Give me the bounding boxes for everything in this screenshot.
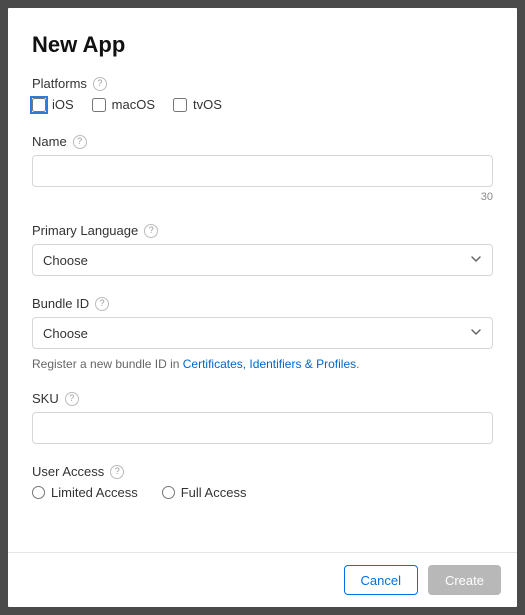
help-icon[interactable]: ? xyxy=(110,465,124,479)
primary-language-label: Primary Language ? xyxy=(32,223,493,238)
user-access-full[interactable]: Full Access xyxy=(162,485,247,500)
bundle-id-label: Bundle ID ? xyxy=(32,296,493,311)
radio-input[interactable] xyxy=(32,486,45,499)
chevron-down-icon xyxy=(470,253,482,268)
help-icon[interactable]: ? xyxy=(95,297,109,311)
checkbox-label: macOS xyxy=(112,97,155,112)
name-char-counter: 30 xyxy=(32,191,493,203)
radio-label: Limited Access xyxy=(51,485,138,500)
user-access-label: User Access ? xyxy=(32,464,493,479)
checkbox-label: tvOS xyxy=(193,97,222,112)
checkbox-input[interactable] xyxy=(92,98,106,112)
sku-label: SKU ? xyxy=(32,391,493,406)
hint-suffix: . xyxy=(356,357,359,371)
checkbox-input[interactable] xyxy=(32,98,46,112)
bundle-id-select[interactable]: Choose xyxy=(32,317,493,349)
sku-label-text: SKU xyxy=(32,391,59,406)
platform-checkbox-ios[interactable]: iOS xyxy=(32,97,74,112)
bundle-id-hint: Register a new bundle ID in Certificates… xyxy=(32,357,493,371)
chevron-down-icon xyxy=(470,326,482,341)
sku-input[interactable] xyxy=(32,412,493,444)
user-access-limited[interactable]: Limited Access xyxy=(32,485,138,500)
user-access-options: Limited Access Full Access xyxy=(32,485,493,500)
cancel-button[interactable]: Cancel xyxy=(344,565,418,595)
dialog-title: New App xyxy=(32,32,493,58)
help-icon[interactable]: ? xyxy=(65,392,79,406)
platforms-options: iOS macOS tvOS xyxy=(32,97,493,112)
certificates-link[interactable]: Certificates, Identifiers & Profiles xyxy=(183,357,356,371)
hint-text: Register a new bundle ID in xyxy=(32,357,183,371)
checkbox-label: iOS xyxy=(52,97,74,112)
platform-checkbox-tvos[interactable]: tvOS xyxy=(173,97,222,112)
select-value: Choose xyxy=(43,326,88,341)
help-icon[interactable]: ? xyxy=(93,77,107,91)
checkbox-input[interactable] xyxy=(173,98,187,112)
name-label: Name ? xyxy=(32,134,493,149)
platforms-label: Platforms ? xyxy=(32,76,493,91)
dialog-footer: Cancel Create xyxy=(8,552,517,607)
radio-input[interactable] xyxy=(162,486,175,499)
help-icon[interactable]: ? xyxy=(144,224,158,238)
name-input[interactable] xyxy=(32,155,493,187)
platforms-label-text: Platforms xyxy=(32,76,87,91)
platform-checkbox-macos[interactable]: macOS xyxy=(92,97,155,112)
new-app-dialog: New App Platforms ? iOS macOS xyxy=(8,8,517,607)
primary-language-select[interactable]: Choose xyxy=(32,244,493,276)
bundle-id-label-text: Bundle ID xyxy=(32,296,89,311)
help-icon[interactable]: ? xyxy=(73,135,87,149)
name-label-text: Name xyxy=(32,134,67,149)
select-value: Choose xyxy=(43,253,88,268)
user-access-label-text: User Access xyxy=(32,464,104,479)
radio-label: Full Access xyxy=(181,485,247,500)
create-button[interactable]: Create xyxy=(428,565,501,595)
primary-language-label-text: Primary Language xyxy=(32,223,138,238)
